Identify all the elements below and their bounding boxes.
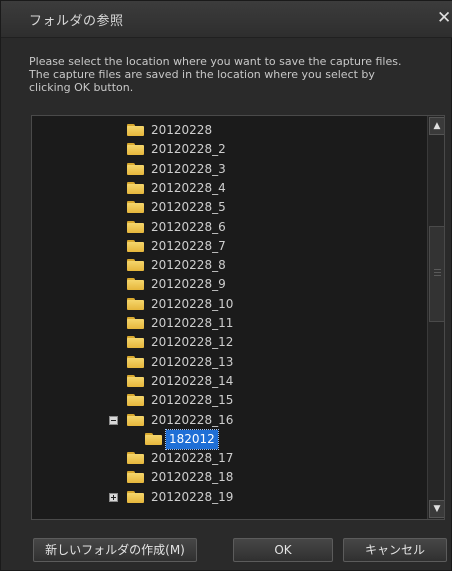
ok-button[interactable]: OK [233, 538, 333, 562]
folder-icon [127, 124, 144, 136]
grip-line [434, 275, 441, 276]
tree-folder-item[interactable]: 20120228_16 [32, 411, 426, 430]
folder-icon [127, 297, 144, 310]
grip-line [434, 269, 441, 270]
new-folder-button[interactable]: 新しいフォルダの作成(M) [33, 538, 197, 562]
folder-label: 20120228_11 [151, 316, 234, 330]
folder-icon [145, 432, 162, 445]
tree-folder-item[interactable]: 20120228_9 [32, 275, 426, 294]
folder-label: 20120228_6 [151, 219, 226, 234]
folder-label: 20120228 [151, 123, 213, 137]
title-bar: フォルダの参照 ✕ [1, 1, 452, 38]
folder-label: 20120228_14 [151, 373, 234, 388]
tree-folder-item[interactable]: 20120228_2 [32, 140, 426, 159]
folder-icon [127, 239, 144, 252]
instruction-line: The capture files are saved in the locat… [29, 68, 375, 81]
folder-label: 20120228_8 [151, 258, 226, 273]
expand-icon[interactable] [109, 492, 118, 502]
tree-folder-item[interactable]: 20120228_15 [32, 391, 426, 410]
folder-label: 20120228_4 [151, 180, 226, 195]
folder-icon [127, 490, 144, 503]
folder-label: 20120228_18 [151, 470, 234, 485]
instruction-line: clicking OK button. [29, 81, 134, 94]
dialog-title: フォルダの参照 [29, 14, 124, 29]
tree-folder-item[interactable]: 20120228 [32, 121, 426, 140]
folder-icon [127, 317, 144, 329]
folder-label: 20120228_7 [151, 238, 226, 253]
folder-icon [127, 259, 144, 272]
folder-icon [127, 471, 144, 484]
tree-folder-item[interactable]: 20120228_18 [32, 468, 426, 487]
folder-icon [127, 162, 144, 175]
folder-label: 20120228_5 [151, 200, 226, 215]
folder-label: 20120228_19 [151, 489, 234, 504]
folder-label: 20120228_13 [151, 354, 234, 369]
close-button[interactable]: ✕ [437, 7, 452, 29]
folder-browse-dialog: フォルダの参照 ✕ Please select the location whe… [0, 0, 452, 571]
grip-line [434, 272, 441, 273]
folder-icon [127, 413, 144, 426]
tree-folder-item[interactable]: 20120228_8 [32, 256, 426, 275]
folder-icon [127, 394, 144, 407]
tree-folder-item[interactable]: 20120228_14 [32, 372, 426, 391]
tree-folder-item[interactable]: 20120228_12 [32, 333, 426, 352]
folder-icon [127, 143, 144, 156]
cancel-button[interactable]: キャンセル [343, 538, 447, 562]
folder-icon [127, 374, 144, 387]
tree-folder-item[interactable]: 20120228_5 [32, 198, 426, 217]
folder-icon [127, 355, 144, 368]
scroll-down-button[interactable]: ▼ [429, 500, 444, 518]
selected-folder-label: 182012 [165, 428, 219, 450]
tree-folder-item[interactable]: 20120228_13 [32, 353, 426, 372]
tree-folder-item[interactable]: 20120228_10 [32, 295, 426, 314]
folder-label: 20120228_3 [151, 161, 226, 176]
folder-label: 20120228_17 [151, 451, 234, 466]
tree-folder-item[interactable]: 182012 [32, 428, 426, 450]
tree-folder-item[interactable]: 20120228_11 [32, 314, 426, 333]
folder-label: 20120228_10 [151, 296, 234, 311]
folder-label: 20120228_2 [151, 142, 226, 157]
folder-icon [127, 278, 144, 291]
tree-folder-item[interactable]: 20120228_3 [32, 160, 426, 179]
instruction-text: Please select the location where you wan… [29, 55, 449, 94]
vertical-scrollbar[interactable]: ▲ ▼ [427, 116, 444, 519]
folder-icon [127, 452, 144, 465]
folder-label: 20120228_12 [151, 335, 234, 350]
folder-icon [127, 220, 144, 233]
tree-folder-item[interactable]: 20120228_19 [32, 488, 426, 507]
tree-folder-item[interactable]: 20120228_17 [32, 449, 426, 468]
folder-label: 20120228_15 [151, 393, 234, 408]
folder-label: 20120228_16 [151, 412, 234, 427]
tree-folder-item[interactable]: 20120228_6 [32, 218, 426, 237]
folder-icon [127, 201, 144, 214]
folder-tree[interactable]: 20120228_19 20120228_18 20120228_17 182012 2… [31, 115, 445, 520]
folder-icon [127, 336, 144, 349]
instruction-line: Please select the location where you wan… [29, 55, 402, 68]
folder-icon [127, 181, 144, 194]
scroll-up-button[interactable]: ▲ [429, 117, 444, 135]
collapse-icon[interactable] [109, 415, 118, 425]
tree-folder-item[interactable]: 20120228_7 [32, 237, 426, 256]
folder-label: 20120228_9 [151, 277, 226, 292]
scrollbar-thumb[interactable] [429, 226, 444, 322]
tree-folder-item[interactable]: 20120228_4 [32, 179, 426, 198]
